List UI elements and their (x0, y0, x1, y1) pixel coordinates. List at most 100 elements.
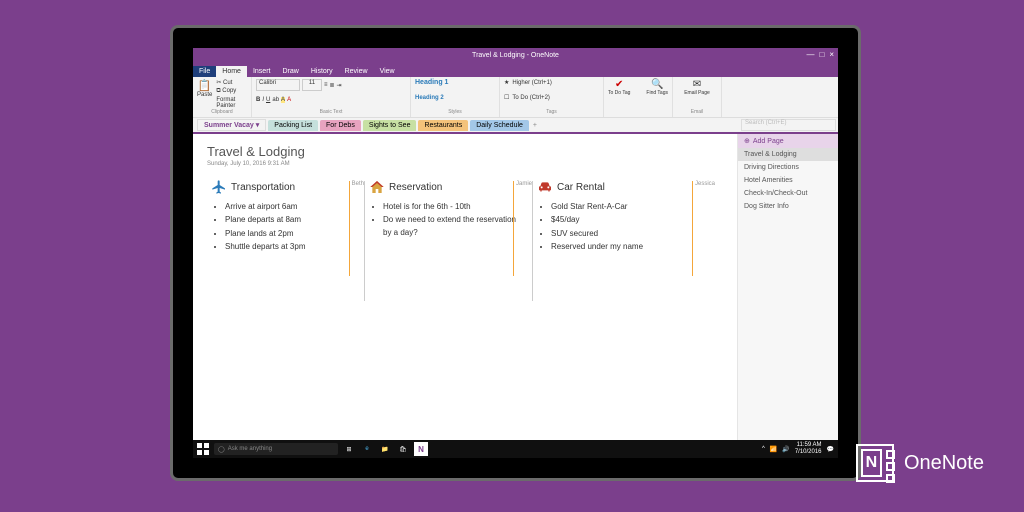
font-label: Basic Text (256, 109, 406, 115)
find-tags-button[interactable]: Find Tags (646, 90, 668, 96)
section-daily[interactable]: Daily Schedule (470, 120, 529, 131)
taskbar-clock[interactable]: 11:59 AM 7/10/2016 (795, 442, 822, 456)
indent-icon[interactable]: ⇥ (337, 82, 342, 89)
email-label: Email (677, 109, 717, 115)
check-icon: ✔ (615, 79, 623, 90)
section-restaurants[interactable]: Restaurants (418, 120, 468, 131)
tags-label: Tags (504, 109, 599, 115)
note-container-car[interactable]: Car Rental Jessica Gold Star Rent-A-Car … (533, 179, 715, 301)
ribbon-group-clipboard: 📋 Paste ✂ Cut ⧉ Copy Format Painter Clip… (193, 77, 252, 117)
highlight-button[interactable]: A (281, 97, 285, 103)
ribbon-tab-strip: File Home Insert Draw History Review Vie… (193, 63, 838, 77)
font-name-select[interactable]: Calibri (256, 79, 300, 91)
todo-tag-button[interactable]: To Do Tag (608, 90, 630, 96)
list-item: Do we need to extend the reservation by … (383, 214, 524, 239)
screen: Travel & Lodging - OneNote — □ × File Ho… (193, 48, 838, 458)
transport-heading: Transportation (231, 182, 295, 193)
page-canvas[interactable]: Travel & Lodging Sunday, July 10, 2016 9… (193, 134, 737, 440)
ribbon-group-font: Calibri 11 ≡ ≣ ⇥ B I U ab A A Basic Text (252, 77, 411, 117)
add-section-button[interactable]: + (529, 122, 541, 129)
tray-up-icon[interactable]: ^ (762, 446, 765, 452)
underline-button[interactable]: U (266, 97, 270, 103)
wifi-icon[interactable]: 📶 (770, 446, 777, 453)
list-item: Arrive at airport 6am (225, 201, 356, 213)
transport-list: Arrive at airport 6am Plane departs at 8… (211, 201, 356, 254)
car-list: Gold Star Rent-A-Car $45/day SUV secured… (537, 201, 707, 254)
pagelist-item[interactable]: Dog Sitter Info (738, 200, 838, 213)
add-page-button[interactable]: ⊕Add Page (738, 134, 838, 148)
note-container-reservation[interactable]: Reservation Jamie Hotel is for the 6th -… (365, 179, 532, 301)
task-view-icon[interactable]: ⊞ (342, 442, 356, 456)
style-heading1[interactable]: Heading 1 (415, 79, 495, 86)
pagelist-item[interactable]: Hotel Amenities (738, 174, 838, 187)
minimize-button[interactable]: — (806, 50, 814, 59)
author-tag-reservation: Jamie (513, 181, 532, 276)
tab-file[interactable]: File (193, 66, 216, 77)
tab-home[interactable]: Home (216, 66, 247, 77)
author-tag-transport: Beth (349, 181, 364, 276)
paste-button[interactable]: Paste (197, 92, 212, 98)
tag-item1[interactable]: Higher (Ctrl+1) (512, 80, 552, 86)
tab-view[interactable]: View (374, 66, 401, 77)
section-tab-strip: Summer Vacay ▾ Packing List For Debs Sig… (193, 118, 838, 134)
maximize-button[interactable]: □ (819, 50, 824, 59)
font-color-button[interactable]: A (287, 97, 291, 103)
taskbar: ◯Ask me anything ⊞ e 📁 🛍 N ^ 📶 🔊 11:59 A… (193, 440, 838, 458)
copy-button[interactable]: ⧉ Copy (216, 88, 247, 95)
window-title: Travel & Lodging - OneNote (472, 52, 559, 59)
pagelist-item[interactable]: Check-In/Check-Out (738, 187, 838, 200)
start-button[interactable] (196, 442, 210, 456)
star-icon: ★ (504, 79, 509, 86)
tab-history[interactable]: History (305, 66, 339, 77)
onenote-brand: N OneNote (856, 444, 984, 482)
cortana-icon: ◯ (218, 446, 225, 453)
tab-review[interactable]: Review (339, 66, 374, 77)
plus-icon: ⊕ (744, 137, 750, 145)
search-input[interactable]: Search (Ctrl+E) (741, 119, 836, 131)
bullets-icon[interactable]: ≡ (324, 82, 328, 88)
action-center-icon[interactable]: 💬 (827, 446, 834, 453)
edge-icon[interactable]: e (360, 442, 374, 456)
airplane-icon (211, 179, 227, 195)
page-title[interactable]: Travel & Lodging (207, 144, 723, 159)
email-page-button[interactable]: Email Page (684, 90, 710, 96)
close-button[interactable]: × (829, 50, 834, 59)
checkbox-icon: ☐ (504, 94, 509, 101)
system-tray: ^ 📶 🔊 11:59 AM 7/10/2016 💬 (762, 442, 834, 456)
bold-button[interactable]: B (256, 97, 260, 103)
list-item: Gold Star Rent-A-Car (551, 201, 707, 213)
pagelist-item[interactable]: Travel & Lodging (738, 148, 838, 161)
section-packing[interactable]: Packing List (268, 120, 318, 131)
onenote-logo-icon: N (856, 444, 894, 482)
format-painter-button[interactable]: Format Painter (216, 97, 247, 109)
font-size-select[interactable]: 11 (302, 79, 322, 91)
list-item: Shuttle departs at 3pm (225, 241, 356, 253)
cortana-search[interactable]: ◯Ask me anything (214, 443, 338, 455)
store-icon[interactable]: 🛍 (396, 442, 410, 456)
style-heading2[interactable]: Heading 2 (415, 95, 495, 101)
tag-item2[interactable]: To Do (Ctrl+2) (512, 95, 550, 101)
pagelist-item[interactable]: Driving Directions (738, 161, 838, 174)
note-container-transport[interactable]: Transportation Beth Arrive at airport 6a… (207, 179, 364, 301)
notebook-selector[interactable]: Summer Vacay ▾ (197, 119, 266, 131)
reservation-heading: Reservation (389, 182, 442, 193)
section-sights[interactable]: Sights to See (363, 120, 417, 131)
search-icon: 🔍 (651, 79, 663, 90)
tab-insert[interactable]: Insert (247, 66, 277, 77)
tab-draw[interactable]: Draw (276, 66, 304, 77)
mail-icon: ✉ (693, 79, 701, 90)
section-for-debs[interactable]: For Debs (320, 120, 361, 131)
page-list-panel: ⊕Add Page Travel & Lodging Driving Direc… (737, 134, 838, 440)
strike-button[interactable]: ab (272, 97, 279, 103)
brand-label: OneNote (904, 452, 984, 475)
numbering-icon[interactable]: ≣ (330, 82, 335, 89)
volume-icon[interactable]: 🔊 (782, 446, 789, 453)
list-item: $45/day (551, 214, 707, 226)
ribbon-group-tags: ★Higher (Ctrl+1) ☐To Do (Ctrl+2) Tags (500, 77, 604, 117)
explorer-icon[interactable]: 📁 (378, 442, 392, 456)
onenote-taskbar-icon[interactable]: N (414, 442, 428, 456)
car-heading: Car Rental (557, 182, 605, 193)
cut-button[interactable]: ✂ Cut (216, 79, 247, 86)
italic-button[interactable]: I (262, 97, 264, 103)
styles-label: Styles (415, 109, 495, 115)
